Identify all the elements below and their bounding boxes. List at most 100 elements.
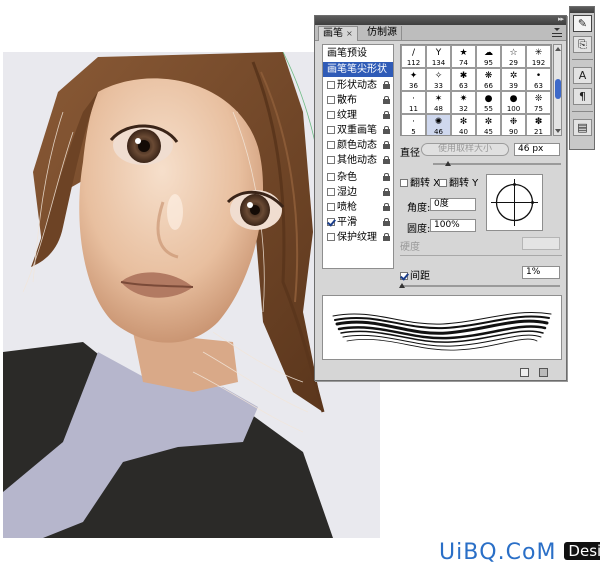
lock-icon[interactable]	[383, 203, 390, 211]
brush-preset-cell[interactable]: ☆ 29	[501, 45, 526, 68]
sidebar-item-protect-texture[interactable]: 保护纹理	[323, 230, 393, 245]
brush-preset-cell[interactable]: ★ 74	[451, 45, 476, 68]
lock-icon[interactable]	[383, 173, 390, 181]
brush-preset-cell[interactable]: ✲ 39	[501, 68, 526, 91]
sidebar-item-shape-dynamics[interactable]: 形状动态	[323, 78, 393, 93]
close-tab-icon[interactable]: ×	[346, 29, 353, 38]
spacing-slider-knob[interactable]	[398, 283, 405, 288]
scroll-thumb[interactable]	[555, 79, 561, 99]
sidebar-item-brush-tip-shape[interactable]: 画笔笔尖形状	[323, 62, 393, 77]
new-preset-icon[interactable]	[520, 368, 529, 377]
roundness-field[interactable]: 100%	[430, 219, 476, 232]
brush-preset-cell[interactable]: ❊ 75	[526, 91, 551, 114]
checkbox[interactable]	[327, 203, 335, 211]
spacing-checkbox[interactable]	[400, 272, 408, 280]
collapse-panel-button[interactable]: ▸▸	[558, 15, 564, 23]
brush-preset-cell[interactable]: ✽ 21	[526, 114, 551, 135]
lock-icon[interactable]	[383, 126, 390, 134]
brush-preset-cell[interactable]: ● 100	[501, 91, 526, 114]
flip-y-control[interactable]: 翻转 Y	[439, 174, 478, 189]
angle-field[interactable]: 0度	[430, 198, 476, 211]
watermark-badge: Design	[564, 542, 600, 560]
checkbox[interactable]	[327, 156, 335, 164]
sidebar-item-color-dynamics[interactable]: 颜色动态	[323, 138, 393, 153]
lock-icon[interactable]	[383, 156, 390, 164]
brush-presets-item[interactable]: 画笔预设	[323, 46, 393, 61]
brush-preset-cell[interactable]: ✶ 48	[426, 91, 451, 114]
spacing-field[interactable]: 1%	[522, 266, 560, 279]
brush-size-label: 90	[509, 128, 518, 136]
brush-tip-icon: Y	[435, 48, 442, 58]
brush-preset-cell[interactable]: ✦ 36	[401, 68, 426, 91]
brush-preset-cell[interactable]: • 63	[526, 68, 551, 91]
brush-preset-cell[interactable]: ✻ 40	[451, 114, 476, 135]
brush-preset-cell[interactable]: ✼ 45	[476, 114, 501, 135]
brush-preset-cell[interactable]: Y 134	[426, 45, 451, 68]
checkbox[interactable]	[327, 233, 335, 241]
hardness-field[interactable]	[522, 237, 560, 250]
layer-comps-icon[interactable]: ▤	[573, 119, 592, 136]
diameter-slider[interactable]	[433, 161, 561, 166]
scroll-up-icon[interactable]	[555, 47, 561, 51]
spacing-control[interactable]: 间距	[400, 267, 430, 282]
angle-roundness-widget[interactable]	[486, 174, 543, 231]
sidebar-item-smoothing[interactable]: 平滑	[323, 215, 393, 230]
brush-size-label: 39	[509, 82, 518, 90]
brush-preset-cell[interactable]: ☁ 95	[476, 45, 501, 68]
checkbox[interactable]	[327, 218, 335, 226]
brush-preset-cell[interactable]: · 11	[401, 91, 426, 114]
flip-y-checkbox[interactable]	[439, 179, 447, 187]
flip-x-control[interactable]: 翻转 X	[400, 174, 440, 189]
brush-preset-cell[interactable]: ● 55	[476, 91, 501, 114]
panel-menu-icon[interactable]	[552, 28, 562, 37]
character-icon[interactable]: A	[573, 67, 592, 84]
clone-source-icon[interactable]: ⎘	[573, 36, 592, 53]
checkbox[interactable]	[327, 141, 335, 149]
brush-tool-icon[interactable]: ✎	[573, 15, 592, 32]
flip-x-checkbox[interactable]	[400, 179, 408, 187]
sidebar-item-texture[interactable]: 纹理	[323, 108, 393, 123]
brush-preset-cell[interactable]: ✺ 46	[426, 114, 451, 135]
diameter-slider-knob[interactable]	[445, 161, 452, 166]
brush-preset-cell[interactable]: ❋ 66	[476, 68, 501, 91]
lock-icon[interactable]	[383, 96, 390, 104]
sidebar-item-airbrush[interactable]: 喷枪	[323, 200, 393, 215]
checkbox[interactable]	[327, 81, 335, 89]
sidebar-item-noise[interactable]: 杂色	[323, 170, 393, 185]
brush-preset-cell[interactable]: ✳ 192	[526, 45, 551, 68]
brush-tip-icon: /	[411, 48, 416, 58]
sidebar-item-scattering[interactable]: 散布	[323, 93, 393, 108]
sidebar-item-dual-brush[interactable]: 双重画笔	[323, 123, 393, 138]
dock-titlebar[interactable]	[570, 7, 594, 13]
tab-brush[interactable]: 画笔 ×	[318, 26, 358, 41]
lock-icon[interactable]	[383, 218, 390, 226]
diameter-field[interactable]: 46 px	[514, 143, 560, 156]
sidebar-item-label: 形状动态	[337, 80, 377, 91]
trash-icon[interactable]	[539, 368, 548, 377]
paragraph-icon[interactable]: ¶	[573, 88, 592, 105]
sidebar-item-wet-edges[interactable]: 湿边	[323, 185, 393, 200]
checkbox[interactable]	[327, 126, 335, 134]
lock-icon[interactable]	[383, 233, 390, 241]
checkbox[interactable]	[327, 111, 335, 119]
brush-preset-cell[interactable]: · 5	[401, 114, 426, 135]
use-sample-size-button[interactable]: 使用取样大小	[421, 143, 509, 156]
lock-icon[interactable]	[383, 111, 390, 119]
tab-clone-source[interactable]: 仿制源	[363, 26, 402, 41]
brush-preset-cell[interactable]: /112	[401, 45, 426, 68]
brush-preset-cell[interactable]: ✱ 63	[451, 68, 476, 91]
panel-titlebar[interactable]: ▸▸	[315, 15, 566, 25]
lock-icon[interactable]	[383, 141, 390, 149]
lock-icon[interactable]	[383, 188, 390, 196]
lock-icon[interactable]	[383, 81, 390, 89]
checkbox[interactable]	[327, 173, 335, 181]
preset-scrollbar[interactable]	[553, 44, 562, 136]
scroll-down-icon[interactable]	[555, 129, 561, 133]
brush-preset-cell[interactable]: ❉ 90	[501, 114, 526, 136]
sidebar-item-other-dynamics[interactable]: 其他动态	[323, 153, 393, 168]
checkbox[interactable]	[327, 96, 335, 104]
brush-preset-cell[interactable]: ✷ 32	[451, 91, 476, 114]
checkbox[interactable]	[327, 188, 335, 196]
brush-preset-cell[interactable]: ✧ 33	[426, 68, 451, 91]
spacing-slider[interactable]	[398, 283, 560, 288]
